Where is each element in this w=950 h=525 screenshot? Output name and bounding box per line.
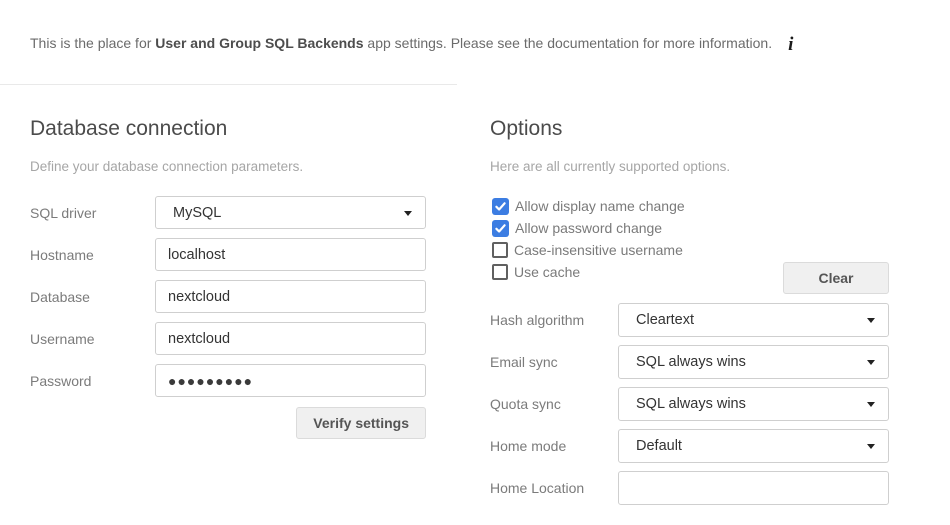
form-row: Hash algorithm Cleartext <box>490 303 889 337</box>
email-sync-label: Email sync <box>490 354 618 370</box>
username-input[interactable] <box>155 322 426 355</box>
allow-display-name-change-checkbox[interactable] <box>492 198 509 215</box>
allow-password-change-checkbox[interactable] <box>492 220 509 237</box>
intro-text: This is the place for User and Group SQL… <box>30 33 820 55</box>
allow-password-change-label[interactable]: Allow password change <box>515 220 662 236</box>
form-row: Password <box>30 364 426 397</box>
checkbox-row-use-cache[interactable]: Use cache <box>490 261 685 283</box>
form-row: Quota sync SQL always wins <box>490 387 889 421</box>
options-form: Hash algorithm Cleartext Email sync SQL … <box>490 303 889 513</box>
quota-sync-label: Quota sync <box>490 396 618 412</box>
database-form: SQL driver MySQL Hostname Database Usern… <box>30 196 426 406</box>
chevron-down-icon <box>404 211 412 216</box>
app-settings-page: This is the place for User and Group SQL… <box>0 0 950 525</box>
hostname-label: Hostname <box>30 247 155 263</box>
options-section-subtitle: Here are all currently supported options… <box>490 158 730 176</box>
password-input[interactable] <box>155 364 426 397</box>
case-insensitive-username-checkbox[interactable] <box>492 242 508 258</box>
chevron-down-icon <box>867 402 875 407</box>
chevron-down-icon <box>867 360 875 365</box>
intro-prefix: This is the place for <box>30 35 155 51</box>
chevron-down-icon <box>867 318 875 323</box>
checkbox-row-allow-password-change[interactable]: Allow password change <box>490 217 685 239</box>
username-label: Username <box>30 331 155 347</box>
sql-driver-label: SQL driver <box>30 205 155 221</box>
clear-cache-button[interactable]: Clear cache <box>783 262 889 294</box>
home-mode-label: Home mode <box>490 438 618 454</box>
email-sync-value: SQL always wins <box>636 354 746 370</box>
info-icon[interactable]: i <box>788 35 793 55</box>
sql-driver-value: MySQL <box>173 205 221 221</box>
hash-algorithm-value: Cleartext <box>636 312 694 328</box>
use-cache-label[interactable]: Use cache <box>514 264 580 280</box>
verify-settings-button[interactable]: Verify settings <box>296 407 426 439</box>
database-section-subtitle: Define your database connection paramete… <box>30 158 303 176</box>
hostname-input[interactable] <box>155 238 426 271</box>
chevron-down-icon <box>867 444 875 449</box>
form-row: Home mode Default <box>490 429 889 463</box>
case-insensitive-username-label[interactable]: Case-insensitive username <box>514 242 683 258</box>
home-location-label: Home Location <box>490 480 618 496</box>
form-row: Username <box>30 322 426 355</box>
email-sync-select[interactable]: SQL always wins <box>618 345 889 379</box>
password-label: Password <box>30 373 155 389</box>
form-row: Database <box>30 280 426 313</box>
database-connection-section: Database connection Define your database… <box>30 110 426 490</box>
quota-sync-select[interactable]: SQL always wins <box>618 387 889 421</box>
options-section: Options Here are all currently supported… <box>490 110 889 510</box>
section-divider <box>0 84 457 85</box>
sql-driver-select[interactable]: MySQL <box>155 196 426 229</box>
intro-suffix: app settings. Please see the documentati… <box>364 35 773 51</box>
home-mode-value: Default <box>636 438 682 454</box>
options-checkbox-group: Allow display name change Allow password… <box>490 195 685 283</box>
home-mode-select[interactable]: Default <box>618 429 889 463</box>
form-row: Hostname <box>30 238 426 271</box>
database-input[interactable] <box>155 280 426 313</box>
options-section-title: Options <box>490 115 562 143</box>
use-cache-checkbox[interactable] <box>492 264 508 280</box>
quota-sync-value: SQL always wins <box>636 396 746 412</box>
home-location-input[interactable] <box>618 471 889 505</box>
allow-display-name-change-label[interactable]: Allow display name change <box>515 198 685 214</box>
form-row: Email sync SQL always wins <box>490 345 889 379</box>
verify-settings-row: Verify settings <box>296 407 426 439</box>
hash-algorithm-label: Hash algorithm <box>490 312 618 328</box>
form-row: Home Location <box>490 471 889 505</box>
app-name: User and Group SQL Backends <box>155 35 363 51</box>
form-row: SQL driver MySQL <box>30 196 426 229</box>
checkbox-row-allow-display-name-change[interactable]: Allow display name change <box>490 195 685 217</box>
hash-algorithm-select[interactable]: Cleartext <box>618 303 889 337</box>
database-label: Database <box>30 289 155 305</box>
checkbox-row-case-insensitive-username[interactable]: Case-insensitive username <box>490 239 685 261</box>
database-section-title: Database connection <box>30 115 227 143</box>
